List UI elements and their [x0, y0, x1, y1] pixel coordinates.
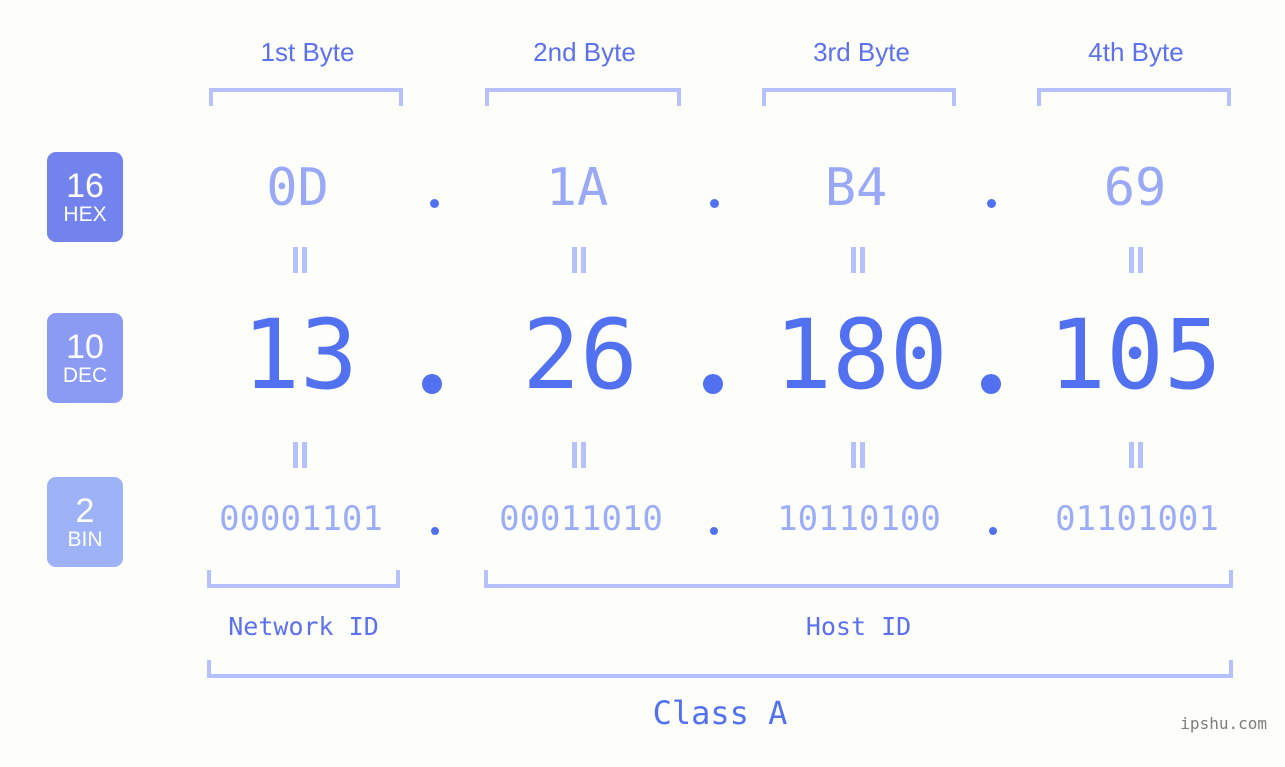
hex-separator-1	[430, 199, 439, 208]
equality-mark-hex-dec-4	[1128, 247, 1144, 273]
byte-bracket-1	[209, 88, 403, 106]
byte-bracket-2	[485, 88, 681, 106]
base-badge-hex-label: HEX	[63, 202, 107, 226]
hex-value-1: 0D	[266, 158, 329, 218]
base-badge-dec-label: DEC	[62, 363, 108, 387]
byte-header-2: 2nd Byte	[533, 37, 636, 67]
bin-value-4: 01101001	[1055, 499, 1219, 539]
equality-mark-hex-dec-3	[850, 247, 866, 273]
host-id-bracket	[484, 570, 1233, 588]
dec-separator-1	[422, 374, 442, 394]
host-id-label: Host ID	[805, 612, 912, 641]
watermark: ipshu.com	[1180, 714, 1267, 733]
base-badge-dec: 10 DEC	[47, 313, 123, 403]
equality-mark-hex-dec-2	[571, 247, 587, 273]
base-badge-bin: 2 BIN	[47, 477, 123, 567]
equality-mark-dec-bin-1	[292, 442, 308, 468]
dec-value-3: 180	[774, 299, 948, 411]
dec-value-2: 26	[522, 299, 638, 411]
bin-separator-3	[989, 527, 997, 535]
equality-mark-dec-bin-4	[1128, 442, 1144, 468]
class-label: Class A	[652, 694, 788, 732]
dec-value-4: 105	[1048, 299, 1222, 411]
ip-address-breakdown-diagram: 1st Byte 2nd Byte 3rd Byte 4th Byte 16 H…	[0, 0, 1285, 767]
byte-header-1: 1st Byte	[260, 37, 355, 67]
byte-header-3: 3rd Byte	[813, 37, 910, 67]
bin-separator-2	[710, 527, 718, 535]
byte-header-4: 4th Byte	[1088, 37, 1184, 67]
equality-mark-hex-dec-1	[292, 247, 308, 273]
base-badge-hex: 16 HEX	[47, 152, 123, 242]
bin-value-1: 00001101	[219, 499, 383, 539]
byte-bracket-3	[762, 88, 956, 106]
base-badge-bin-number: 2	[75, 491, 95, 530]
network-id-label: Network ID	[228, 612, 379, 641]
equality-mark-dec-bin-3	[850, 442, 866, 468]
bin-value-2: 00011010	[499, 499, 663, 539]
hex-separator-3	[987, 199, 996, 208]
base-badge-bin-label: BIN	[67, 527, 103, 551]
bin-value-3: 10110100	[777, 499, 941, 539]
byte-bracket-4	[1037, 88, 1231, 106]
dec-value-1: 13	[242, 299, 358, 411]
class-bracket	[207, 660, 1233, 678]
bin-separator-1	[431, 527, 439, 535]
hex-value-4: 69	[1103, 158, 1167, 218]
network-id-bracket	[207, 570, 400, 588]
base-badge-hex-number: 16	[66, 166, 104, 205]
hex-value-3: B4	[824, 158, 888, 218]
equality-mark-dec-bin-2	[571, 442, 587, 468]
dec-separator-3	[981, 374, 1001, 394]
hex-value-2: 1A	[545, 158, 609, 218]
dec-separator-2	[703, 374, 723, 394]
base-badge-dec-number: 10	[66, 327, 104, 366]
hex-separator-2	[710, 199, 719, 208]
